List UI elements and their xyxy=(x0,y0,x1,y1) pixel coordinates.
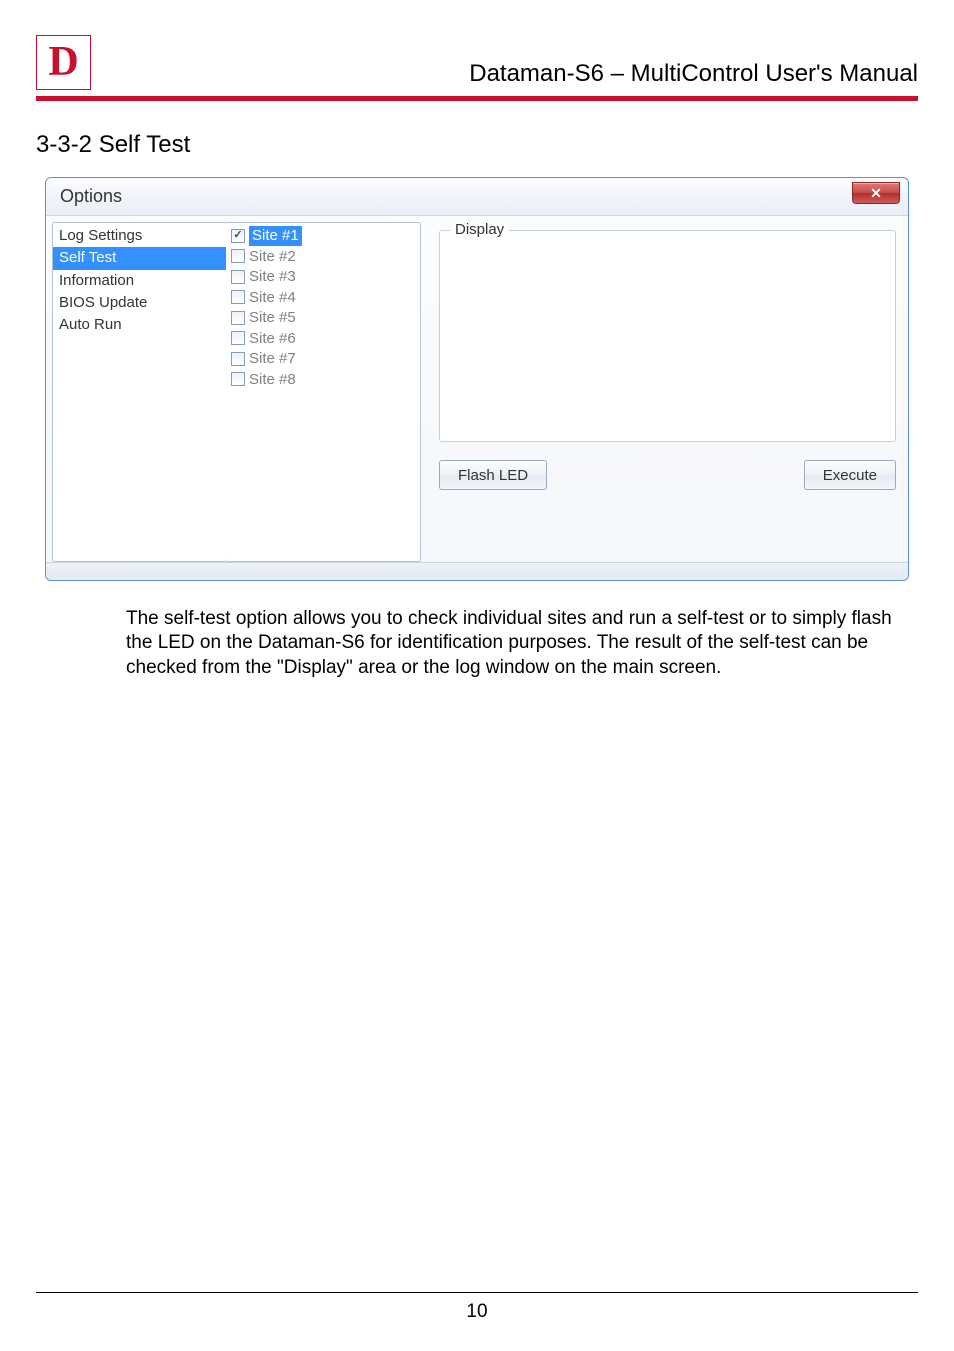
checkbox-icon[interactable] xyxy=(231,249,245,263)
site-row[interactable]: Site #7 xyxy=(231,349,415,370)
close-button[interactable]: ✕ xyxy=(852,182,900,204)
site-row[interactable]: Site #3 xyxy=(231,267,415,288)
checkbox-icon[interactable] xyxy=(231,311,245,325)
site-label: Site #8 xyxy=(249,370,296,390)
site-label: Site #2 xyxy=(249,247,296,267)
nav-list[interactable]: Log Settings Self Test Information BIOS … xyxy=(52,222,227,562)
options-dialog: Options ✕ Log Settings Self Test Informa… xyxy=(45,177,909,581)
nav-item-log-settings[interactable]: Log Settings xyxy=(53,225,226,247)
nav-item-self-test[interactable]: Self Test xyxy=(53,247,226,269)
execute-button[interactable]: Execute xyxy=(804,460,896,490)
site-label: Site #1 xyxy=(249,226,302,246)
site-row[interactable]: Site #4 xyxy=(231,288,415,309)
display-groupbox: Display xyxy=(439,230,896,442)
dialog-titlebar: Options ✕ xyxy=(46,178,908,216)
flash-led-button[interactable]: Flash LED xyxy=(439,460,547,490)
checkbox-icon[interactable] xyxy=(231,372,245,386)
site-row[interactable]: Site #5 xyxy=(231,308,415,329)
nav-item-bios-update[interactable]: BIOS Update xyxy=(53,292,226,314)
nav-item-auto-run[interactable]: Auto Run xyxy=(53,314,226,336)
site-list: Site #1 Site #2 Site #3 Site #4 Site #5 xyxy=(226,222,421,562)
site-label: Site #4 xyxy=(249,288,296,308)
checkbox-icon[interactable] xyxy=(231,352,245,366)
section-heading: 3-3-2 Self Test xyxy=(36,131,918,159)
checkbox-icon[interactable] xyxy=(231,229,245,243)
site-label: Site #3 xyxy=(249,267,296,287)
nav-item-information[interactable]: Information xyxy=(53,270,226,292)
page-number: 10 xyxy=(36,1301,918,1323)
page-title: Dataman-S6 – MultiControl User's Manual xyxy=(469,60,918,90)
display-legend: Display xyxy=(450,221,509,238)
checkbox-icon[interactable] xyxy=(231,270,245,284)
paragraph: The self-test option allows you to check… xyxy=(126,607,910,680)
header-rule xyxy=(36,96,918,101)
checkbox-icon[interactable] xyxy=(231,331,245,345)
site-row[interactable]: Site #6 xyxy=(231,329,415,350)
site-label: Site #5 xyxy=(249,308,296,328)
dialog-title: Options xyxy=(60,186,122,207)
close-icon: ✕ xyxy=(870,186,882,200)
dialog-scrollbar[interactable] xyxy=(46,562,908,580)
site-label: Site #7 xyxy=(249,349,296,369)
site-row[interactable]: Site #2 xyxy=(231,247,415,268)
checkbox-icon[interactable] xyxy=(231,290,245,304)
logo: D xyxy=(36,35,91,90)
logo-letter: D xyxy=(48,41,78,83)
site-row[interactable]: Site #8 xyxy=(231,370,415,391)
footer-rule xyxy=(36,1292,918,1294)
site-label: Site #6 xyxy=(249,329,296,349)
site-row[interactable]: Site #1 xyxy=(231,226,415,247)
